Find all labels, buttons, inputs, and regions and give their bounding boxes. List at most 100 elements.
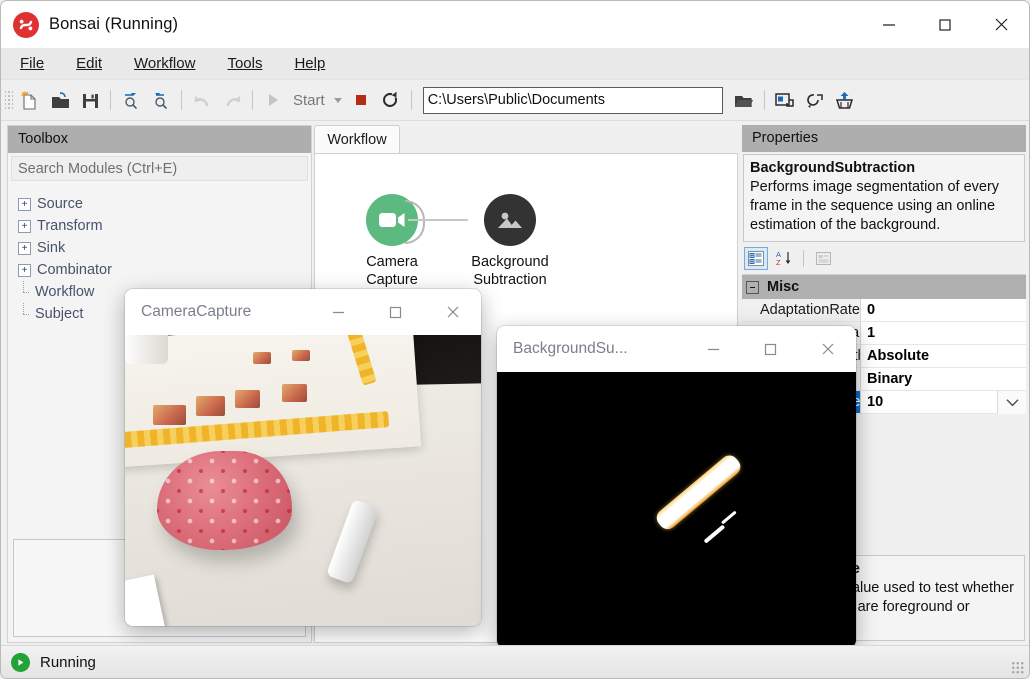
property-value[interactable]: Binary bbox=[861, 368, 1026, 391]
camera-capture-node[interactable]: Camera Capture bbox=[337, 194, 447, 289]
property-value[interactable]: 10 bbox=[861, 391, 997, 414]
bonsai-main-window: Bonsai (Running) File Edit Workflow Tool… bbox=[0, 0, 1030, 679]
tree-item-source[interactable]: + Source bbox=[18, 193, 311, 215]
scene-cloth-motif bbox=[253, 352, 271, 365]
tab-workflow-label: Workflow bbox=[327, 132, 387, 148]
node-output-arc bbox=[405, 200, 425, 244]
camera-capture-window[interactable]: CameraCapture bbox=[125, 289, 481, 626]
scene-cup bbox=[125, 335, 168, 365]
node-label-line2: Capture bbox=[366, 272, 418, 288]
bonsai-logo-icon bbox=[13, 11, 39, 38]
background-subtraction-window[interactable]: BackgroundSu... bbox=[497, 326, 856, 648]
zoom-out-icon[interactable] bbox=[146, 85, 176, 115]
menu-edit[interactable]: Edit bbox=[63, 52, 115, 75]
menu-help-label: Help bbox=[294, 55, 326, 72]
live-camera-frame bbox=[125, 335, 481, 626]
collapse-minus-icon[interactable]: – bbox=[746, 280, 759, 294]
maximize-button[interactable] bbox=[917, 1, 973, 48]
zoom-in-icon[interactable] bbox=[116, 85, 146, 115]
expand-plus-icon[interactable]: + bbox=[18, 219, 31, 233]
start-button-label: Start bbox=[293, 91, 325, 109]
tree-item-sink[interactable]: + Sink bbox=[18, 237, 311, 259]
background-subtraction-title: BackgroundSu... bbox=[513, 340, 628, 357]
menu-edit-label: Edit bbox=[76, 55, 103, 72]
toolbar-grip[interactable] bbox=[5, 89, 13, 111]
tree-item-combinator[interactable]: + Combinator bbox=[18, 259, 311, 281]
tree-leaf-connector-icon bbox=[18, 280, 29, 298]
expand-plus-icon[interactable]: + bbox=[18, 241, 31, 255]
sort-az-icon[interactable]: A Z bbox=[773, 248, 795, 269]
camera-scene bbox=[125, 335, 481, 626]
tree-item-label: Workflow bbox=[35, 284, 95, 300]
scene-tablecloth bbox=[125, 335, 422, 468]
maximize-button[interactable] bbox=[367, 289, 424, 335]
background-subtraction-node[interactable]: Background Subtraction bbox=[455, 194, 565, 289]
properties-category-misc[interactable]: – Misc bbox=[742, 275, 1026, 299]
tree-item-label: Combinator bbox=[37, 262, 112, 278]
minimize-button[interactable] bbox=[861, 1, 917, 48]
workflow-tabstrip: Workflow bbox=[314, 125, 738, 154]
tab-workflow[interactable]: Workflow bbox=[314, 125, 400, 154]
segmented-pen-blob bbox=[652, 452, 744, 533]
camera-capture-titlebar[interactable]: CameraCapture bbox=[125, 289, 481, 335]
toolbox-header: Toolbox bbox=[8, 126, 311, 153]
node-label-line1: Background bbox=[471, 254, 549, 270]
workflow-path-input[interactable]: C:\Users\Public\Documents bbox=[422, 86, 723, 114]
stop-square-icon[interactable] bbox=[346, 85, 376, 115]
menu-tools[interactable]: Tools bbox=[214, 52, 275, 75]
expand-plus-icon[interactable]: + bbox=[18, 197, 31, 211]
categorized-list-icon[interactable] bbox=[744, 246, 768, 270]
close-button[interactable] bbox=[424, 289, 481, 335]
close-button[interactable] bbox=[973, 1, 1029, 48]
start-dropdown-caret-icon[interactable] bbox=[330, 88, 346, 112]
tree-item-label: Subject bbox=[35, 306, 84, 322]
workflow-path-value: C:\Users\Public\Documents bbox=[427, 92, 605, 108]
redo-arrow-icon bbox=[217, 85, 247, 115]
segmented-noise-mark bbox=[720, 510, 737, 525]
restart-circular-arrow-icon[interactable] bbox=[376, 85, 406, 115]
background-subtraction-titlebar[interactable]: BackgroundSu... bbox=[497, 326, 856, 372]
window-controls bbox=[861, 1, 1029, 48]
property-row-adaptationrate[interactable]: AdaptationRate 0 bbox=[742, 299, 1026, 322]
property-value[interactable]: 0 bbox=[861, 299, 1026, 322]
new-file-icon[interactable] bbox=[15, 85, 45, 115]
expand-plus-icon[interactable]: + bbox=[18, 263, 31, 277]
properties-toolbar-separator bbox=[803, 249, 804, 267]
menu-workflow[interactable]: Workflow bbox=[121, 52, 208, 75]
toolbar-separator bbox=[181, 90, 182, 110]
package-window-icon[interactable] bbox=[770, 85, 800, 115]
minimize-button[interactable] bbox=[685, 326, 742, 372]
segmentation-output bbox=[497, 372, 856, 648]
close-button[interactable] bbox=[799, 326, 856, 372]
save-disk-icon[interactable] bbox=[75, 85, 105, 115]
tree-item-label: Sink bbox=[37, 240, 66, 256]
menu-tools-label: Tools bbox=[227, 55, 263, 72]
resize-grip[interactable] bbox=[1011, 661, 1024, 674]
property-value[interactable]: Absolute bbox=[861, 345, 1026, 368]
folder-open-icon[interactable] bbox=[729, 85, 759, 115]
menu-workflow-label: Workflow bbox=[134, 55, 196, 72]
menu-file[interactable]: File bbox=[7, 52, 57, 75]
menubar: File Edit Workflow Tools Help bbox=[1, 48, 1029, 80]
scene-cloth-motif bbox=[153, 404, 186, 426]
tree-item-label: Source bbox=[37, 196, 83, 212]
maximize-button[interactable] bbox=[742, 326, 799, 372]
chevron-down-icon[interactable] bbox=[997, 391, 1026, 414]
segmented-noise-mark bbox=[703, 524, 726, 545]
toolbox-search-input[interactable]: Search Modules (Ctrl+E) bbox=[11, 156, 308, 181]
upload-gallery-icon[interactable] bbox=[830, 85, 860, 115]
open-folder-icon[interactable] bbox=[45, 85, 75, 115]
menu-help[interactable]: Help bbox=[281, 52, 338, 75]
toolbar-separator bbox=[410, 90, 412, 110]
property-value[interactable]: 1 bbox=[861, 322, 1026, 345]
undo-arrow-icon bbox=[187, 85, 217, 115]
status-text: Running bbox=[40, 653, 96, 671]
tree-item-label: Transform bbox=[37, 218, 103, 234]
minimize-button[interactable] bbox=[310, 289, 367, 335]
properties-category-label: Misc bbox=[767, 279, 800, 295]
play-triangle-icon bbox=[258, 85, 288, 115]
property-page-icon bbox=[812, 248, 834, 269]
refresh-package-icon[interactable] bbox=[800, 85, 830, 115]
tree-item-transform[interactable]: + Transform bbox=[18, 215, 311, 237]
background-subtraction-window-controls bbox=[685, 326, 856, 372]
